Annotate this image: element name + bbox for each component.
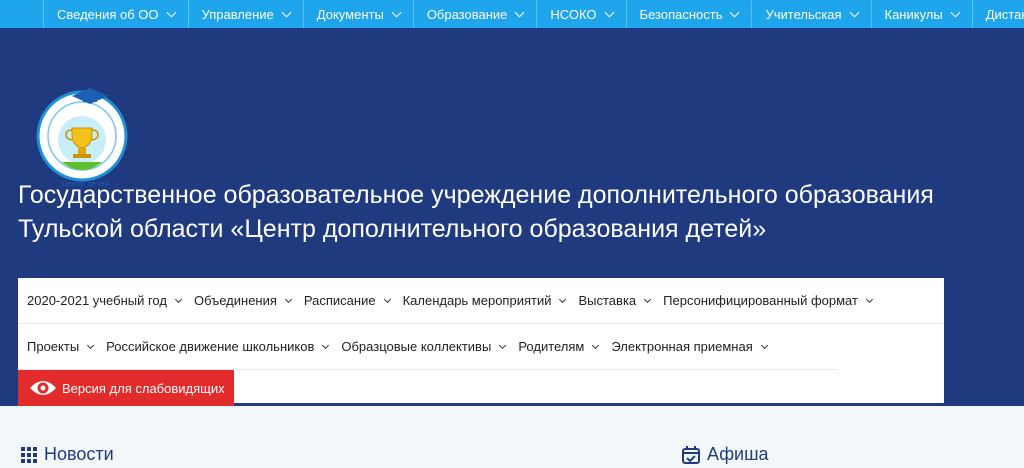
chevron-down-icon <box>514 7 525 17</box>
chevron-down-icon <box>166 7 176 17</box>
chevron-down-icon <box>383 295 391 303</box>
chevron-down-icon <box>87 341 95 349</box>
afisha-title: Афиша <box>707 444 769 464</box>
chevron-down-icon <box>730 7 740 17</box>
chevron-down-icon <box>499 341 507 349</box>
menu-item-vystavka[interactable]: Выставка <box>578 293 652 308</box>
topnav-item-upravlenie[interactable]: Управление <box>187 0 303 28</box>
menu-item-proekty[interactable]: Проекты <box>27 339 95 354</box>
chevron-down-icon <box>559 295 567 303</box>
chevron-down-icon <box>592 341 600 349</box>
low-vision-button[interactable]: Версия для слабовидящих <box>18 370 234 406</box>
chevron-down-icon <box>322 341 330 349</box>
topnav-item-kanikuly[interactable]: Каникулы <box>870 0 972 28</box>
news-title: Новости <box>44 444 114 464</box>
site-logo[interactable]: Центр детей <box>26 74 140 192</box>
menu-item-obraztsovye[interactable]: Образцовые коллективы <box>341 339 507 354</box>
eye-icon <box>30 381 56 395</box>
news-section-heading: Новости <box>20 444 114 465</box>
main-menu-row-1: 2020-2021 учебный год Объединения Распис… <box>18 278 944 324</box>
grid-icon <box>21 446 37 463</box>
topnav-item-bezopasnost[interactable]: Безопасность <box>625 0 752 28</box>
calendar-check-icon <box>682 445 700 464</box>
menu-item-raspisanie[interactable]: Расписание <box>304 293 391 308</box>
chevron-down-icon <box>950 7 961 17</box>
chevron-down-icon <box>644 295 652 303</box>
site-header: Центр детей Государственное образователь… <box>0 28 1024 406</box>
menu-item-uchebny-god[interactable]: 2020-2021 учебный год <box>27 293 183 308</box>
topnav-item-uchitelskaya[interactable]: Учительская <box>751 0 870 28</box>
topnav-item-nsoko[interactable]: НСОКО <box>536 0 625 28</box>
chevron-down-icon <box>760 341 768 349</box>
chevron-down-icon <box>849 7 859 17</box>
menu-item-kalendar[interactable]: Календарь мероприятий <box>403 293 567 308</box>
menu-item-roditelyam[interactable]: Родителям <box>518 339 600 354</box>
chevron-down-icon <box>281 7 292 17</box>
top-navigation: Сведения об ОО Управление Документы Обра… <box>0 0 1024 28</box>
topnav-item-dokumenty[interactable]: Документы <box>302 0 413 28</box>
menu-item-priemnaya[interactable]: Электронная приемная <box>611 339 768 354</box>
chevron-down-icon <box>865 295 874 303</box>
chevron-down-icon <box>284 295 292 303</box>
menu-item-personif-format[interactable]: Персонифицированный формат <box>663 293 874 308</box>
menu-item-rdsh[interactable]: Российское движение школьников <box>106 339 330 354</box>
topnav-item-obrazovanie[interactable]: Образование <box>412 0 537 28</box>
main-menu-row-2: Проекты Российское движение школьников О… <box>18 324 838 370</box>
topnav-item-svedeniya[interactable]: Сведения об ОО <box>43 0 188 28</box>
menu-item-obedineniya[interactable]: Объединения <box>194 293 292 308</box>
topnav-item-distant[interactable]: Дистант <box>971 0 1024 28</box>
chevron-down-icon <box>391 7 402 17</box>
afisha-section-heading: Афиша <box>681 444 769 465</box>
chevron-down-icon <box>604 7 614 17</box>
site-title: Государственное образовательное учрежден… <box>18 181 934 243</box>
chevron-down-icon <box>174 295 183 303</box>
